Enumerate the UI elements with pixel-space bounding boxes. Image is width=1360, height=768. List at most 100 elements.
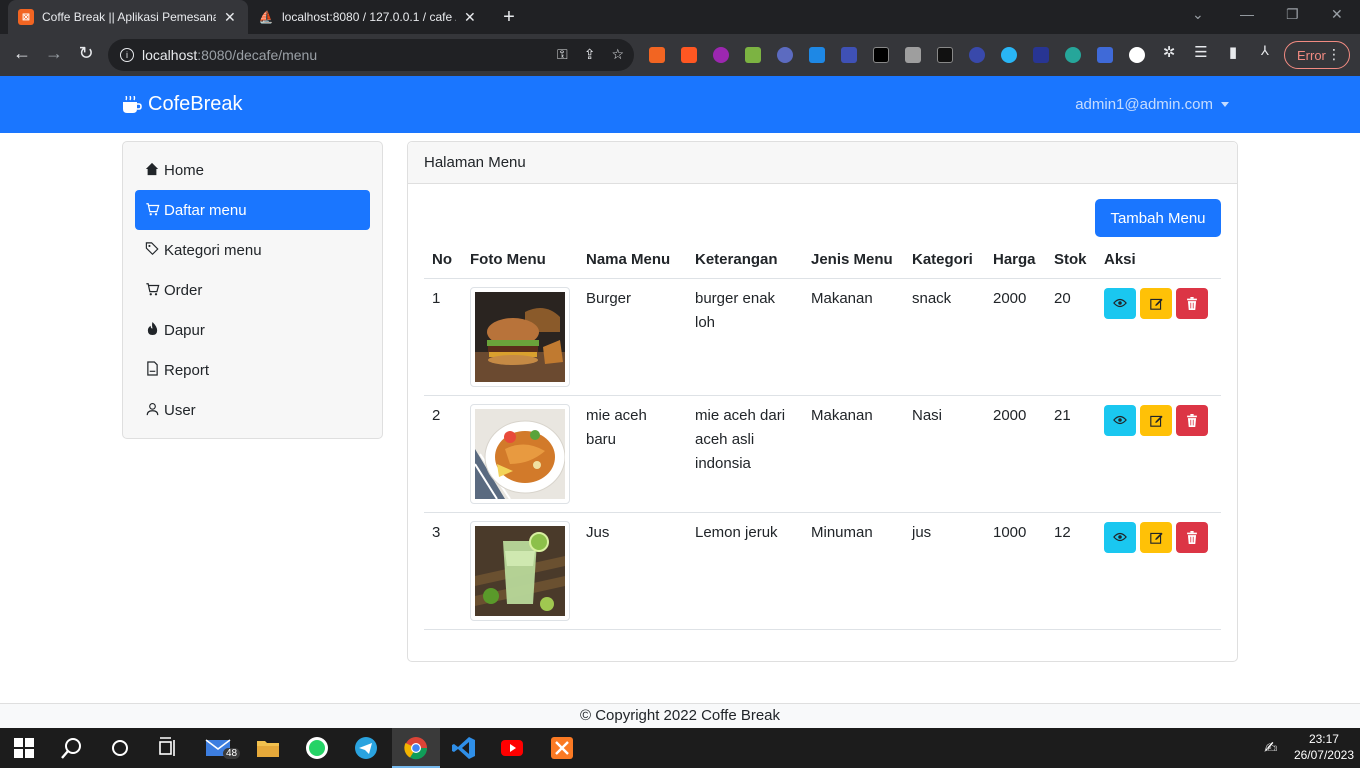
sidebar-item-kategori-menu[interactable]: Kategori menu [135, 230, 370, 270]
side-panel-icon[interactable]: ▮ [1221, 43, 1245, 61]
forward-icon[interactable]: → [42, 43, 66, 64]
sidebar-item-label: Order [164, 281, 203, 299]
sidebar-item-user[interactable]: User [135, 390, 370, 430]
view-button[interactable] [1104, 404, 1136, 436]
back-icon[interactable]: ← [10, 43, 34, 64]
restore-icon[interactable]: ❐ [1286, 6, 1299, 23]
share-icon[interactable]: ⇪ [584, 46, 596, 63]
cell-kategori: snack [904, 278, 985, 396]
fire-icon [144, 321, 160, 339]
brand-link[interactable]: CofeBreak [122, 93, 243, 116]
search-icon[interactable] [60, 736, 84, 760]
profile-icon[interactable]: ⅄ [1253, 43, 1277, 59]
extension-icon[interactable] [1033, 47, 1049, 63]
sidebar-item-home[interactable]: Home [135, 150, 370, 190]
puzzle-extensions-icon[interactable]: ✲ [1157, 43, 1181, 61]
sidebar-item-daftar-menu[interactable]: Daftar menu [135, 190, 370, 230]
cell-no: 1 [424, 278, 462, 396]
edit-button[interactable] [1140, 521, 1172, 553]
column-header: Aksi [1096, 242, 1221, 279]
youtube-icon[interactable] [500, 736, 524, 760]
extension-icon[interactable] [681, 47, 697, 63]
error-label: Error [1297, 47, 1326, 63]
minimize-icon[interactable]: — [1240, 6, 1254, 22]
vscode-icon[interactable] [452, 736, 476, 760]
extension-icon[interactable] [841, 47, 857, 63]
menu-table: No Foto Menu Nama Menu Keterangan Jenis … [424, 242, 1221, 630]
file-icon [144, 361, 160, 379]
column-header: Stok [1046, 242, 1096, 279]
cell-keterangan: burger enak loh [687, 278, 803, 396]
extension-icon[interactable] [873, 47, 889, 63]
menu-card: Halaman Menu Tambah Menu No Foto Menu Na… [407, 141, 1238, 662]
star-icon[interactable]: ☆ [611, 46, 624, 63]
browser-tab-phpmyadmin[interactable]: ⛵ localhost:8080 / 127.0.0.1 / cafe / ✕ [248, 0, 488, 34]
extension-icon[interactable] [713, 47, 729, 63]
eye-icon [1113, 415, 1127, 425]
edit-button[interactable] [1140, 404, 1172, 436]
key-icon[interactable]: ⚿ [557, 46, 568, 63]
shield-extension-icon[interactable] [1129, 47, 1145, 63]
cell-nama: Burger [578, 278, 687, 396]
new-tab-icon[interactable]: + [498, 6, 520, 29]
edit-button[interactable] [1140, 287, 1172, 319]
task-view-icon[interactable] [156, 736, 180, 760]
whatsapp-icon[interactable] [305, 736, 329, 760]
sidebar-item-dapur[interactable]: Dapur [135, 310, 370, 350]
kebab-menu-icon[interactable]: ⋮ [1327, 46, 1341, 63]
extension-icon[interactable] [777, 47, 793, 63]
tab-title: Coffe Break || Aplikasi Pemesanan [42, 10, 216, 24]
cart-icon [144, 202, 160, 219]
view-button[interactable] [1104, 287, 1136, 319]
view-button[interactable] [1104, 521, 1136, 553]
cell-nama: Jus [578, 512, 687, 630]
error-button[interactable]: Error ⋮ [1284, 41, 1350, 69]
user-dropdown[interactable]: admin1@admin.com [1075, 96, 1229, 113]
cortana-icon[interactable] [108, 736, 132, 760]
system-clock[interactable]: 23:17 26/07/2023 [1294, 731, 1354, 763]
extension-icon[interactable] [809, 47, 825, 63]
extension-icon[interactable] [1001, 47, 1017, 63]
eye-icon [1113, 298, 1127, 308]
pen-workspace-icon[interactable]: ✍ [1264, 738, 1277, 758]
sidebar-item-report[interactable]: Report [135, 350, 370, 390]
delete-button[interactable] [1176, 287, 1208, 319]
delete-button[interactable] [1176, 404, 1208, 436]
address-bar[interactable]: i localhost:8080/decafe/menu ⚿ ⇪ ☆ [108, 39, 634, 71]
cell-photo [462, 278, 578, 396]
sidebar-item-label: User [164, 401, 196, 419]
pencil-square-icon [1149, 298, 1163, 310]
tambah-menu-button[interactable]: Tambah Menu [1095, 199, 1221, 237]
extension-icon[interactable] [937, 47, 953, 63]
close-tab-icon[interactable]: ✕ [224, 9, 236, 26]
xampp-icon[interactable] [550, 736, 574, 760]
close-tab-icon[interactable]: ✕ [464, 9, 476, 26]
cell-stok: 21 [1046, 395, 1096, 513]
extension-icon[interactable] [1097, 47, 1113, 63]
telegram-icon[interactable] [354, 736, 378, 760]
cell-no: 2 [424, 395, 462, 513]
clock-time: 23:17 [1308, 732, 1339, 746]
close-window-icon[interactable]: ✕ [1331, 6, 1343, 23]
extension-icon[interactable] [905, 47, 921, 63]
file-explorer-icon[interactable] [256, 736, 280, 760]
windows-start-icon[interactable] [14, 738, 34, 758]
tab-search-icon[interactable]: ⌄ [1192, 6, 1204, 23]
chrome-icon[interactable] [404, 736, 428, 760]
delete-button[interactable] [1176, 521, 1208, 553]
table-row: 2 mie aceh baru mie aceh dari aceh asli … [424, 395, 1221, 513]
cell-keterangan: mie aceh dari aceh asli indonsia [687, 395, 803, 513]
extension-icon[interactable] [969, 47, 985, 63]
cart-icon [144, 282, 160, 299]
sidebar-item-order[interactable]: Order [135, 270, 370, 310]
column-header: No [424, 242, 462, 279]
extension-icon[interactable] [745, 47, 761, 63]
browser-tab-active[interactable]: ⊠ Coffe Break || Aplikasi Pemesanan ✕ [8, 0, 248, 34]
site-info-icon[interactable]: i [120, 48, 134, 62]
reading-list-icon[interactable]: ☰ [1189, 43, 1213, 61]
cell-kategori: Nasi [904, 395, 985, 513]
extension-icon[interactable] [649, 47, 665, 63]
column-header: Jenis Menu [803, 242, 904, 279]
extension-icon[interactable] [1065, 47, 1081, 63]
reload-icon[interactable]: ↻ [74, 43, 98, 64]
